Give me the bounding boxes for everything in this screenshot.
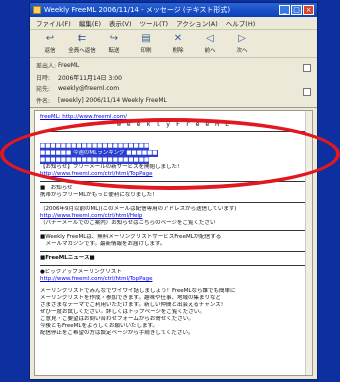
next-button[interactable]: ▷ 次へ	[228, 32, 256, 56]
next-icon: ▷	[238, 32, 246, 44]
menu-actions[interactable]: アクション(A)	[176, 18, 218, 28]
top-link[interactable]: freeML: http://www.freeml.com/	[40, 114, 127, 120]
vertical-scrollbar[interactable]	[305, 111, 312, 375]
pickup-title: ●ピックアップメーリングリスト	[40, 269, 122, 275]
prev-icon: ◁	[206, 32, 214, 44]
message-headers: 差出人: FreeML 日時: 2006年11月14日 3:00 宛先: weekly…	[30, 58, 317, 108]
reply-all-icon: ⇇	[77, 32, 87, 44]
divider	[40, 230, 307, 231]
weekly-text: ■Weekly FreeMLは、無料メーリングリストサービスFreeMLが配信す…	[40, 234, 222, 240]
forward-icon: ↪	[109, 32, 119, 44]
menu-bar: ファイル(F) 編集(E) 表示(V) ツール(T) アクション(A) ヘルプ(…	[30, 17, 317, 30]
notice-title: ■ お知らせ	[40, 185, 73, 191]
notice-text: 携帯からフリーMLがもっと便利になりました！	[40, 192, 158, 198]
paragraph-line: さまざまなテーマでご利用いただけます。新しい仲間と出会えるチャンス！	[40, 302, 227, 308]
divider	[40, 251, 307, 252]
reply-all-button[interactable]: ⇇ 全員へ返信	[68, 32, 96, 56]
close-button[interactable]: ×	[303, 5, 314, 15]
divider	[40, 265, 307, 266]
menu-tools[interactable]: ツール(T)	[140, 18, 169, 28]
message-body[interactable]: freeML: http://www.freeml.com/ W e e k l…	[34, 110, 313, 376]
info-text: （2006年9月以前のML)(このメールは配信専用のアドレスから送信しています)	[40, 206, 237, 212]
menu-file[interactable]: ファイル(F)	[36, 18, 71, 28]
news-title: ■FreeMLニュース■	[40, 255, 95, 261]
menu-help[interactable]: ヘルプ(H)	[226, 18, 255, 28]
date-label: 日時:	[36, 74, 51, 82]
divider	[40, 202, 307, 203]
banner-text: （バナーメールでのご案内）お知らせはこちらのページをご覧ください	[40, 220, 216, 226]
reply-icon: ↩	[45, 32, 55, 44]
menu-view[interactable]: 表示(V)	[109, 18, 132, 28]
divider	[40, 181, 307, 182]
paragraph-line: メーリングリストでみんなでワイワイ話しましょう！FreeMLなら誰でも簡単に	[40, 288, 236, 294]
paragraph-line: メーリングリストを作成・参加できます。趣味や仕事、地域の集まりなど	[40, 295, 221, 301]
to-value: weekly@freeml.com	[58, 85, 120, 93]
weekly-text: メールマガジンです。最新情報をお届けします。	[40, 241, 166, 247]
toolbar: ↩ 返信 ⇇ 全員へ返信 ↪ 転送 ▤ 印刷 ✕ 削除 ◁ 前へ ▷ 次へ	[30, 30, 317, 58]
from-label: 差出人:	[36, 63, 57, 71]
newsletter-logo: W e e k l y F r e e M L	[116, 121, 230, 128]
minimize-button[interactable]: _	[279, 5, 290, 15]
attachment-icon[interactable]	[303, 88, 311, 96]
to-label: 宛先:	[36, 86, 51, 94]
maximize-button[interactable]: □	[291, 5, 302, 15]
divider	[40, 131, 307, 132]
forward-button[interactable]: ↪ 転送	[100, 32, 128, 56]
paragraph-line: ご意見・ご要望はお問い合わせフォームからお寄せください。	[40, 316, 194, 322]
highlight-line: ■■■■■■■■■■■■■■■■■■■■■	[40, 157, 150, 164]
highlight-line: ■■■■■■■■■■■■■■■■■■■■■	[40, 143, 150, 150]
title-bar: Weekly FreeML 2006/11/14 - メッセージ (テキスト形式…	[30, 3, 317, 17]
from-value: FreeML	[58, 62, 80, 70]
reply-button[interactable]: ↩ 返信	[36, 32, 64, 56]
highlight-line: ■■■■■■ 今週のMLランキング ■■■■■■	[40, 150, 158, 157]
pickup-link[interactable]: http://www.freeml.com/ctrl/html/TopPage	[40, 276, 152, 282]
flag-icon[interactable]	[303, 64, 311, 72]
paragraph-line: 今後ともFreeMLをよろしくお願いいたします。	[40, 323, 158, 329]
prev-button[interactable]: ◁ 前へ	[196, 32, 224, 56]
paragraph-line: ぜひ一度お試しください。詳しくはトップページをご覧ください。	[40, 309, 205, 315]
subject-label: 件名:	[36, 97, 51, 105]
window-title: Weekly FreeML 2006/11/14 - メッセージ (テキスト形式…	[44, 6, 231, 14]
date-value: 2006年11月14日 3:00	[58, 74, 122, 82]
subject-value: [weekly] 2006/11/14 Weekly FreeML	[58, 96, 167, 104]
print-button[interactable]: ▤ 印刷	[132, 32, 160, 56]
delete-button[interactable]: ✕ 削除	[164, 32, 192, 56]
info-link[interactable]: http://www.freeml.com/ctrl/html/Help	[40, 213, 142, 219]
delete-icon: ✕	[173, 32, 183, 44]
print-icon: ▤	[141, 32, 151, 44]
envelope-icon	[33, 6, 41, 14]
promo-link[interactable]: http://www.freeml.com/ctrl/html/TopPage	[40, 171, 152, 177]
email-window: Weekly FreeML 2006/11/14 - メッセージ (テキスト形式…	[29, 2, 318, 380]
promo-text: 【お知らせ】フリーメールの新サービスを開始しました！	[40, 164, 183, 170]
menu-edit[interactable]: 編集(E)	[79, 18, 101, 28]
paragraph-line: 配信停止をご希望の方は設定ページから手続きしてください。	[40, 330, 194, 336]
